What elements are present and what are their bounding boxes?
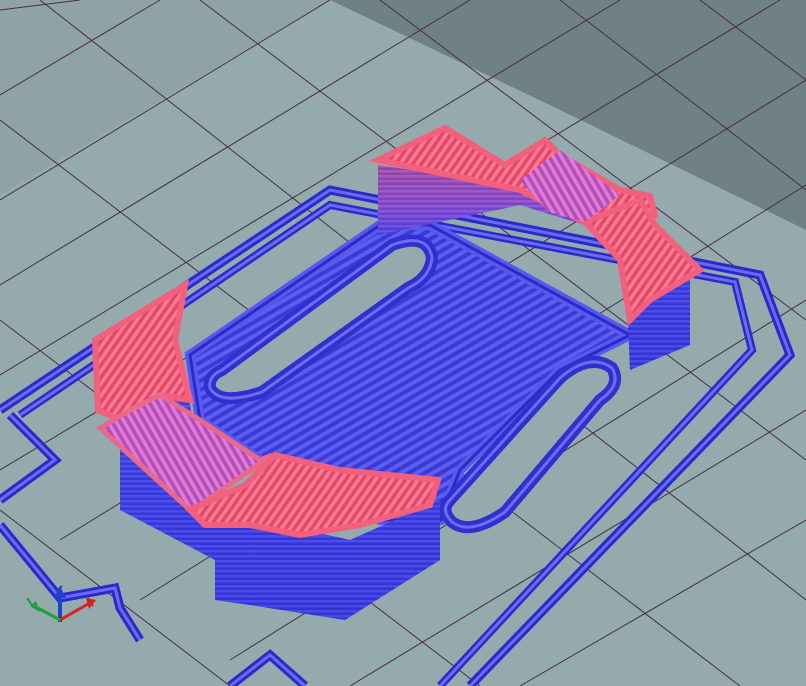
3d-toolpath-viewport[interactable] [0, 0, 806, 686]
toolpath-scene[interactable] [0, 0, 806, 686]
